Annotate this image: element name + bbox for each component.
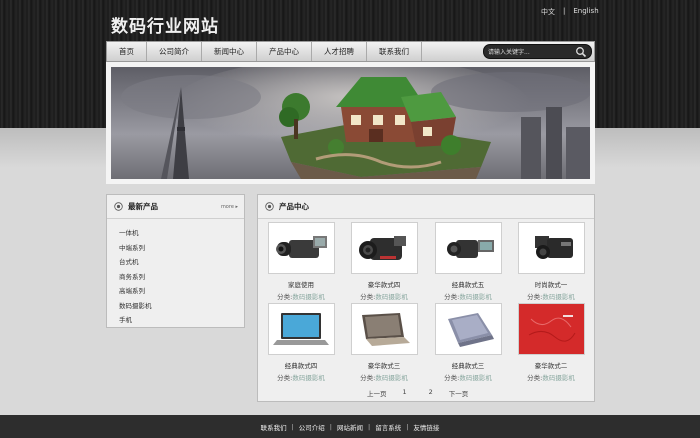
category-item[interactable]: 商务系列: [119, 270, 244, 285]
footer-link-about[interactable]: 公司介绍: [299, 422, 325, 432]
product-card: 家庭使用 分类:数码摄影机: [266, 222, 336, 301]
product-name[interactable]: 家庭使用: [266, 279, 336, 289]
language-switch: 中文 | English: [541, 7, 599, 17]
product-category: 分类:数码摄影机: [360, 374, 408, 382]
product-thumbnail[interactable]: [434, 222, 502, 274]
product-name[interactable]: 豪华款式三: [349, 360, 419, 370]
product-category: 分类:数码摄影机: [277, 374, 325, 382]
pagination: 上一页 1 2 下一页: [367, 388, 468, 398]
search-box: [483, 44, 592, 59]
camcorder-icon: [535, 236, 573, 259]
pager-next[interactable]: 下一页: [449, 388, 469, 398]
laptop-icon: [362, 313, 410, 346]
footer-link-news[interactable]: 网站新闻: [337, 422, 363, 432]
nav-contact[interactable]: 联系我们: [367, 42, 422, 61]
product-name[interactable]: 经典款式五: [433, 279, 503, 289]
product-card: 经典款式四 分类:数码摄影机: [266, 303, 336, 382]
nav-news[interactable]: 新闻中心: [202, 42, 257, 61]
product-category: 分类:数码摄影机: [527, 374, 575, 382]
product-card: 时尚款式一 分类:数码摄影机: [516, 222, 586, 301]
hero-banner: [106, 62, 595, 184]
footer: 联系我们 | 公司介绍 | 网站新闻 | 留言系统 | 友情链接: [0, 415, 700, 438]
footer-link-friends[interactable]: 友情链接: [413, 422, 439, 432]
product-card: 经典款式三 分类:数码摄影机: [433, 303, 503, 382]
product-name[interactable]: 豪华款式二: [516, 360, 586, 370]
product-thumbnail[interactable]: [350, 303, 418, 355]
pager-prev[interactable]: 上一页: [367, 388, 387, 398]
product-category-link[interactable]: 数码摄影机: [542, 293, 575, 301]
bullet-icon: [114, 202, 123, 211]
laptop-icon: [448, 313, 494, 347]
product-category: 分类:数码摄影机: [360, 293, 408, 301]
product-category: 分类:数码摄影机: [444, 374, 492, 382]
product-category-link[interactable]: 数码摄影机: [375, 374, 408, 382]
footer-link-contact[interactable]: 联系我们: [261, 422, 287, 432]
nav-jobs[interactable]: 人才招聘: [312, 42, 367, 61]
red-laptop-icon: [525, 313, 577, 345]
laptop-icon: [273, 313, 329, 345]
product-thumbnail[interactable]: [350, 222, 418, 274]
product-name[interactable]: 时尚款式一: [516, 279, 586, 289]
latest-products-title: 最新产品: [128, 202, 158, 211]
product-category-link[interactable]: 数码摄影机: [459, 293, 492, 301]
product-card: 豪华款式二 分类:数码摄影机: [516, 303, 586, 382]
product-category-link[interactable]: 数码摄影机: [292, 293, 325, 301]
search-icon[interactable]: [575, 46, 587, 58]
product-category-link[interactable]: 数码摄影机: [459, 374, 492, 382]
category-item[interactable]: 手机: [119, 313, 244, 328]
product-name[interactable]: 经典款式三: [433, 360, 503, 370]
banner-house-illustration: [111, 67, 590, 179]
lang-english-link[interactable]: English: [573, 7, 598, 17]
product-thumbnail[interactable]: [517, 303, 585, 355]
camcorder-icon: [359, 236, 406, 260]
lang-chinese-link[interactable]: 中文: [541, 7, 555, 17]
nav-home[interactable]: 首页: [107, 42, 147, 61]
lang-separator: |: [563, 7, 566, 15]
product-name[interactable]: 豪华款式四: [349, 279, 419, 289]
product-card: 经典款式五 分类:数码摄影机: [433, 222, 503, 301]
product-category-link[interactable]: 数码摄影机: [375, 293, 408, 301]
category-item[interactable]: 高端系列: [119, 284, 244, 299]
product-category-link[interactable]: 数码摄影机: [542, 374, 575, 382]
product-card: 豪华款式三 分类:数码摄影机: [349, 303, 419, 382]
bullet-icon: [265, 202, 274, 211]
product-thumbnail[interactable]: [267, 303, 335, 355]
product-category: 分类:数码摄影机: [444, 293, 492, 301]
more-link[interactable]: more ▸: [221, 204, 238, 210]
product-thumbnail[interactable]: [267, 222, 335, 274]
pager-page-2[interactable]: 2: [429, 388, 433, 398]
product-center-header: 产品中心: [258, 195, 594, 219]
camcorder-icon: [276, 236, 327, 258]
product-thumbnail[interactable]: [517, 222, 585, 274]
footer-link-guestbook[interactable]: 留言系统: [375, 422, 401, 432]
search-input[interactable]: [488, 47, 572, 57]
product-category: 分类:数码摄影机: [527, 293, 575, 301]
pager-page-1[interactable]: 1: [403, 388, 407, 398]
category-list: 一体机 中端系列 台式机 商务系列 高端系列 数码摄影机 手机: [107, 219, 244, 328]
nav-about[interactable]: 公司简介: [147, 42, 202, 61]
product-thumbnail[interactable]: [434, 303, 502, 355]
category-item[interactable]: 数码摄影机: [119, 299, 244, 314]
product-category-link[interactable]: 数码摄影机: [292, 374, 325, 382]
category-item[interactable]: 台式机: [119, 255, 244, 270]
nav-products[interactable]: 产品中心: [257, 42, 312, 61]
product-category: 分类:数码摄影机: [277, 293, 325, 301]
product-card: 豪华款式四 分类:数码摄影机: [349, 222, 419, 301]
latest-products-panel: 最新产品 more ▸ 一体机 中端系列 台式机 商务系列 高端系列 数码摄影机…: [106, 194, 245, 328]
camcorder-icon: [447, 240, 494, 258]
product-center-title: 产品中心: [279, 202, 309, 211]
product-name[interactable]: 经典款式四: [266, 360, 336, 370]
category-item[interactable]: 中端系列: [119, 241, 244, 256]
site-title: 数码行业网站: [111, 17, 219, 37]
category-item[interactable]: 一体机: [119, 226, 244, 241]
